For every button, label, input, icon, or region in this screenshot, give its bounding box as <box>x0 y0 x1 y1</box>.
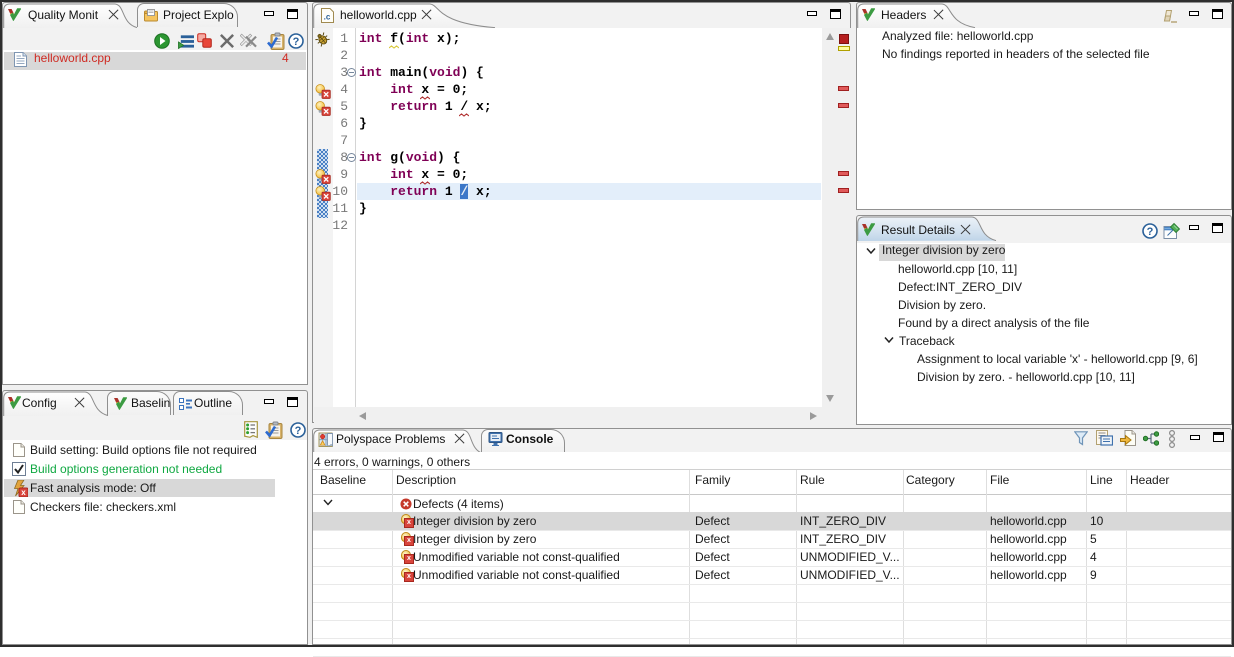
svg-text:x: x <box>21 488 26 497</box>
svg-text:?: ? <box>295 425 302 437</box>
svg-text:.c: .c <box>324 13 331 22</box>
svg-text:?: ? <box>293 36 300 48</box>
svg-text:?: ? <box>1147 226 1154 238</box>
